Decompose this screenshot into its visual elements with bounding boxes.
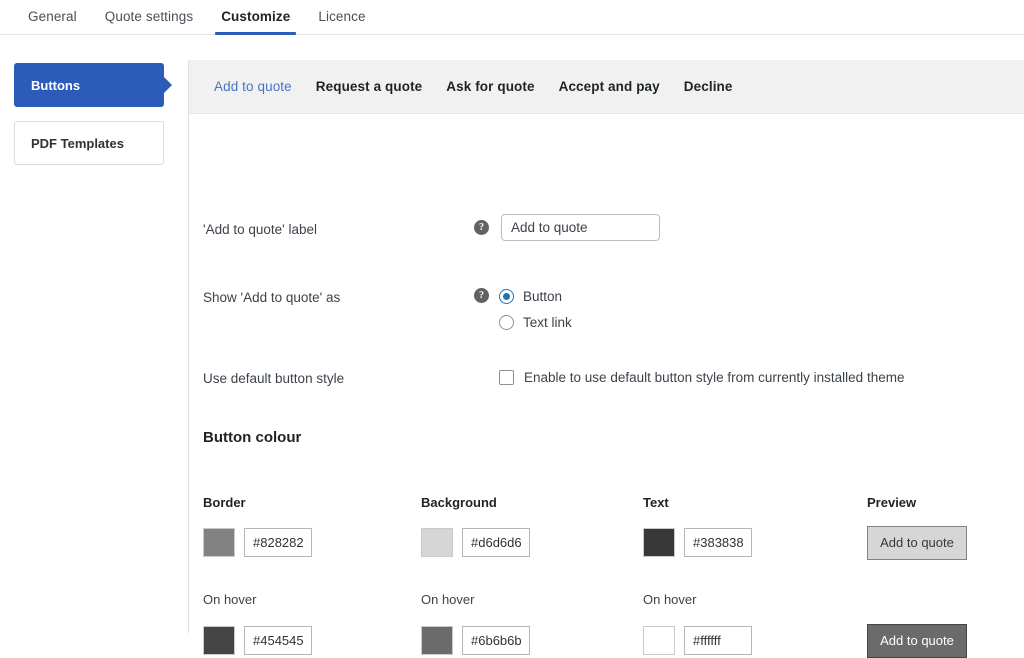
tab-customize-label: Customize	[221, 9, 291, 24]
swatch-border-normal[interactable]	[203, 528, 235, 557]
hex-input-border-hover[interactable]	[244, 626, 312, 655]
radio-option-text-link-label: Text link	[523, 315, 572, 330]
sidebar-item-buttons-label: Buttons	[31, 78, 81, 93]
swatch-background-normal[interactable]	[421, 528, 453, 557]
on-hover-label-background: On hover	[421, 592, 475, 607]
radio-option-button[interactable]: Button	[499, 289, 562, 304]
column-header-text: Text	[643, 495, 669, 510]
hex-input-background-normal[interactable]	[462, 528, 530, 557]
tab-quote-settings[interactable]: Quote settings	[91, 0, 207, 34]
default-button-style-label-text: Use default button style	[203, 371, 345, 386]
on-hover-label-text: On hover	[643, 592, 697, 607]
subtab-ask-for-quote[interactable]: Ask for quote	[434, 79, 546, 94]
swatch-border-hover[interactable]	[203, 626, 235, 655]
subtab-bar: Add to quote Request a quote Ask for quo…	[189, 60, 1024, 114]
subtab-decline[interactable]: Decline	[672, 79, 745, 94]
button-colour-section-title: Button colour	[203, 429, 302, 446]
hex-input-text-hover[interactable]	[684, 626, 752, 655]
preview-button-normal[interactable]: Add to quote	[867, 526, 967, 560]
tab-quote-settings-label: Quote settings	[104, 9, 194, 24]
radio-button-icon	[499, 289, 514, 304]
subtab-ask-for-quote-label: Ask for quote	[446, 79, 535, 94]
add-to-quote-label-text: 'Add to quote' label	[203, 222, 317, 237]
radio-option-text-link[interactable]: Text link	[499, 315, 572, 330]
content-panel: Add to quote Request a quote Ask for quo…	[188, 60, 1024, 658]
subtab-request-a-quote-label: Request a quote	[315, 79, 423, 94]
column-header-preview: Preview	[867, 495, 917, 510]
help-icon-show-as[interactable]: ?	[474, 288, 489, 303]
subtab-add-to-quote-label: Add to quote	[214, 79, 292, 94]
column-header-background: Background	[421, 495, 497, 510]
preview-button-normal-label: Add to quote	[880, 535, 954, 550]
tab-general[interactable]: General	[14, 0, 91, 34]
help-icon-add-to-quote-label[interactable]: ?	[474, 220, 489, 235]
on-hover-label-border: On hover	[203, 592, 257, 607]
checkbox-default-button-style-label: Enable to use default button style from …	[524, 370, 905, 385]
hex-input-border-normal[interactable]	[244, 528, 312, 557]
swatch-text-hover[interactable]	[643, 626, 675, 655]
top-tab-bar: General Quote settings Customize Licence	[0, 0, 1024, 35]
preview-button-hover[interactable]: Add to quote	[867, 624, 967, 658]
show-as-label-text: Show 'Add to quote' as	[203, 290, 341, 305]
sidebar-item-pdf-templates-label: PDF Templates	[31, 136, 124, 151]
sidebar-item-buttons[interactable]: Buttons	[14, 63, 172, 107]
preview-button-hover-label: Add to quote	[880, 633, 954, 648]
radio-option-button-label: Button	[523, 289, 563, 304]
subtab-accept-and-pay-label: Accept and pay	[558, 79, 660, 94]
subtab-accept-and-pay[interactable]: Accept and pay	[547, 79, 672, 94]
subtab-request-a-quote[interactable]: Request a quote	[304, 79, 435, 94]
checkbox-icon	[499, 370, 514, 385]
swatch-text-normal[interactable]	[643, 528, 675, 557]
tab-customize[interactable]: Customize	[207, 0, 304, 35]
sidebar-item-pdf-templates[interactable]: PDF Templates	[14, 121, 164, 165]
hex-input-text-normal[interactable]	[684, 528, 752, 557]
checkbox-default-button-style[interactable]: Enable to use default button style from …	[499, 370, 904, 385]
column-header-border: Border	[203, 495, 246, 510]
subtab-decline-label: Decline	[683, 79, 733, 94]
add-to-quote-label-input[interactable]	[501, 214, 660, 241]
swatch-background-hover[interactable]	[421, 626, 453, 655]
hex-input-background-hover[interactable]	[462, 626, 530, 655]
radio-text-link-icon	[499, 315, 514, 330]
tab-general-label: General	[28, 9, 77, 24]
sidebar: Buttons PDF Templates	[14, 63, 172, 179]
subtab-add-to-quote[interactable]: Add to quote	[202, 79, 304, 94]
tab-licence[interactable]: Licence	[304, 0, 379, 34]
tab-licence-label: Licence	[318, 9, 366, 24]
